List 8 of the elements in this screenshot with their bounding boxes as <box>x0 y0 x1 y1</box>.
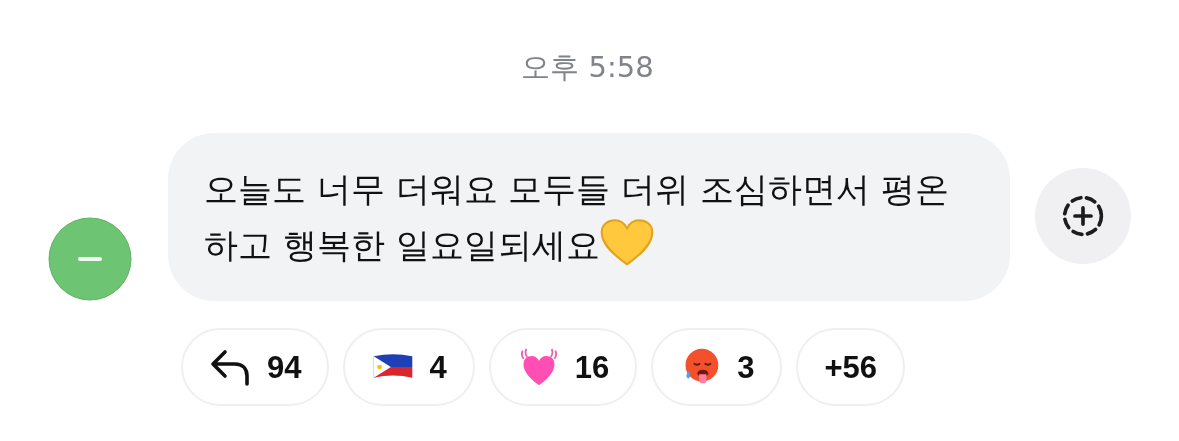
reaction-chip[interactable]: 94 <box>181 328 330 406</box>
add-reaction-icon <box>1060 193 1106 239</box>
reaction-chip[interactable]: 3 <box>651 328 783 406</box>
message-timestamp: 오후 5:58 <box>520 49 655 86</box>
reaction-chip[interactable]: +56 <box>796 328 906 406</box>
reaction-chip[interactable]: 16 <box>488 328 638 406</box>
heart-icon <box>599 219 654 267</box>
reaction-chip[interactable]: 4 <box>343 328 475 406</box>
